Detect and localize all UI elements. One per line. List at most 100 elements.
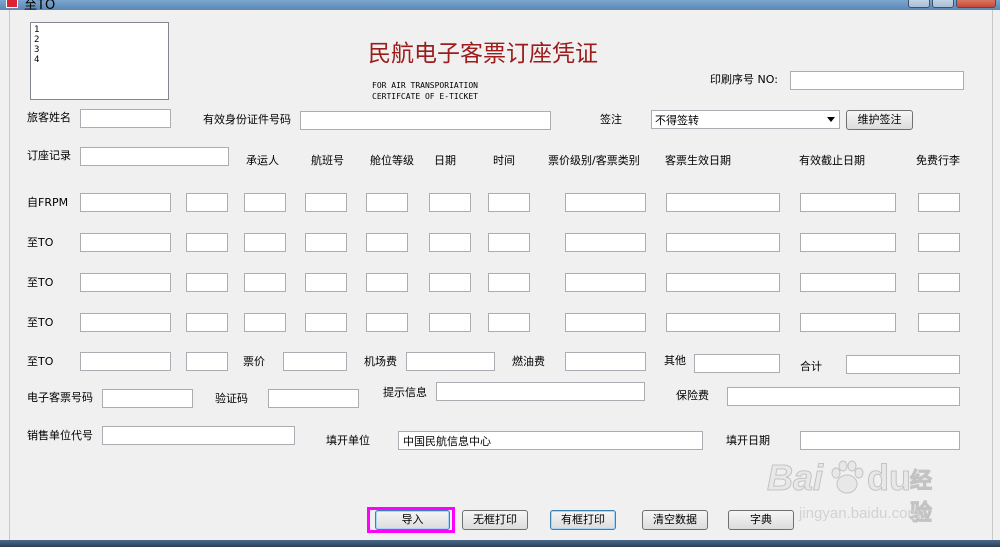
watermark-url: jingyan.baidu.com xyxy=(799,505,920,522)
segment-city-input[interactable] xyxy=(80,273,171,292)
subtitle-line2: CERTIFCATE OF E-TICKET xyxy=(372,92,478,101)
fare-basis-input[interactable] xyxy=(565,273,646,292)
list-item[interactable]: 2 xyxy=(34,35,165,45)
segment-label-to: 至TO xyxy=(27,355,54,368)
carrier-input[interactable] xyxy=(244,313,286,332)
watermark-brand-left: Bai xyxy=(766,457,824,499)
window-title: 至TO xyxy=(24,0,56,10)
fare-input[interactable] xyxy=(283,352,347,371)
class-input[interactable] xyxy=(366,233,408,252)
baggage-input[interactable] xyxy=(918,273,960,292)
carrier-input[interactable] xyxy=(244,233,286,252)
print-no-input[interactable] xyxy=(790,71,964,90)
passenger-name-input[interactable] xyxy=(80,109,171,128)
segment-label-to: 至TO xyxy=(27,316,54,329)
carrier-input[interactable] xyxy=(244,193,286,212)
booking-record-input[interactable] xyxy=(80,147,229,166)
time-input[interactable] xyxy=(488,273,530,292)
maintain-endorsement-button[interactable]: 维护签注 xyxy=(846,110,913,130)
fare-label: 票价 xyxy=(243,355,265,368)
eticket-no-label: 电子客票号码 xyxy=(27,391,93,404)
date-input[interactable] xyxy=(429,233,471,252)
not-valid-before-input[interactable] xyxy=(666,273,780,292)
not-valid-after-input[interactable] xyxy=(800,233,896,252)
class-input[interactable] xyxy=(366,193,408,212)
flight-no-input[interactable] xyxy=(305,193,347,212)
not-valid-after-input[interactable] xyxy=(800,313,896,332)
not-valid-before-input[interactable] xyxy=(666,313,780,332)
chevron-down-icon[interactable] xyxy=(827,117,835,122)
fare-basis-input[interactable] xyxy=(565,233,646,252)
segment-field-input[interactable] xyxy=(186,313,228,332)
eticket-no-input[interactable] xyxy=(102,389,193,408)
segment-label-from: 自FRPM xyxy=(27,196,69,209)
import-highlight xyxy=(367,507,455,533)
baggage-input[interactable] xyxy=(918,233,960,252)
issuing-unit-input[interactable]: 中国民航信息中心 xyxy=(398,431,703,450)
fuel-surcharge-input[interactable] xyxy=(565,352,646,371)
endorsement-label: 签注 xyxy=(600,113,622,126)
list-item[interactable]: 1 xyxy=(34,25,165,35)
agent-code-input[interactable] xyxy=(102,426,295,445)
segment-field-input[interactable] xyxy=(186,273,228,292)
baggage-input[interactable] xyxy=(918,193,960,212)
hint-info-input[interactable] xyxy=(436,382,645,401)
not-valid-before-input[interactable] xyxy=(666,193,780,212)
issue-date-input[interactable] xyxy=(800,431,960,450)
endorsement-select[interactable]: 不得签转 xyxy=(651,110,840,129)
time-input[interactable] xyxy=(488,313,530,332)
print-with-frame-button[interactable]: 有框打印 xyxy=(550,510,616,530)
minimize-button[interactable] xyxy=(908,0,930,8)
date-input[interactable] xyxy=(429,313,471,332)
time-input[interactable] xyxy=(488,193,530,212)
not-valid-before-input[interactable] xyxy=(666,233,780,252)
verification-code-input[interactable] xyxy=(268,389,359,408)
segment-label-to: 至TO xyxy=(27,276,54,289)
class-input[interactable] xyxy=(366,273,408,292)
list-item[interactable]: 3 xyxy=(34,45,165,55)
col-carrier: 承运人 xyxy=(246,154,279,167)
segment-field-input[interactable] xyxy=(186,193,228,212)
date-input[interactable] xyxy=(429,273,471,292)
id-number-label: 有效身份证件号码 xyxy=(203,113,291,126)
segment-field-input[interactable] xyxy=(186,233,228,252)
number-listbox[interactable]: 1 2 3 4 xyxy=(30,22,169,100)
total-label: 合计 xyxy=(800,360,822,373)
maximize-button[interactable] xyxy=(932,0,954,8)
fuel-surcharge-label: 燃油费 xyxy=(512,355,545,368)
segment-city-input[interactable] xyxy=(80,233,171,252)
flight-no-input[interactable] xyxy=(305,233,347,252)
list-item[interactable]: 4 xyxy=(34,55,165,65)
segment-city-input[interactable] xyxy=(80,313,171,332)
insurance-input[interactable] xyxy=(727,387,960,406)
hint-info-label: 提示信息 xyxy=(383,386,427,399)
col-date: 日期 xyxy=(434,154,456,167)
window-titlebar: 至TO xyxy=(0,0,1000,10)
time-input[interactable] xyxy=(488,233,530,252)
segment-city-input[interactable] xyxy=(80,193,171,212)
fare-basis-input[interactable] xyxy=(565,313,646,332)
issue-date-label: 填开日期 xyxy=(726,434,770,447)
other-fee-input[interactable] xyxy=(694,354,780,373)
airport-fee-input[interactable] xyxy=(406,352,495,371)
col-not-valid-after: 有效截止日期 xyxy=(799,154,865,167)
total-input[interactable] xyxy=(846,355,960,374)
flight-no-input[interactable] xyxy=(305,273,347,292)
segment-field-input[interactable] xyxy=(186,352,228,371)
segment-city-input[interactable] xyxy=(80,352,171,371)
endorsement-value: 不得签转 xyxy=(655,114,699,127)
not-valid-after-input[interactable] xyxy=(800,273,896,292)
print-without-frame-button[interactable]: 无框打印 xyxy=(462,510,528,530)
not-valid-after-input[interactable] xyxy=(800,193,896,212)
app-icon xyxy=(6,0,18,8)
flight-no-input[interactable] xyxy=(305,313,347,332)
verification-code-label: 验证码 xyxy=(215,392,248,405)
id-number-input[interactable] xyxy=(300,111,551,130)
class-input[interactable] xyxy=(366,313,408,332)
baggage-input[interactable] xyxy=(918,313,960,332)
carrier-input[interactable] xyxy=(244,273,286,292)
clear-data-button[interactable]: 清空数据 xyxy=(642,510,708,530)
close-button[interactable] xyxy=(956,0,996,8)
fare-basis-input[interactable] xyxy=(565,193,646,212)
date-input[interactable] xyxy=(429,193,471,212)
